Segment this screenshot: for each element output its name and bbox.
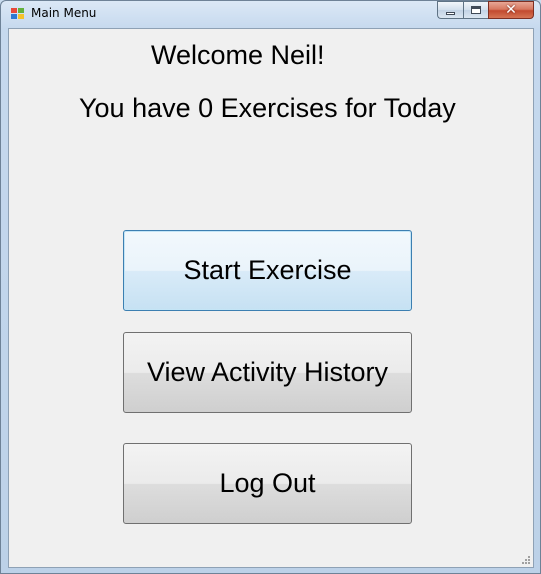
caption-buttons: ✕ bbox=[437, 1, 534, 20]
exercises-count-label: You have 0 Exercises for Today bbox=[79, 93, 456, 123]
maximize-button[interactable] bbox=[463, 1, 488, 19]
minimize-button[interactable] bbox=[437, 1, 463, 19]
form-client-area: Welcome Neil! You have 0 Exercises for T… bbox=[8, 28, 534, 568]
log-out-button[interactable]: Log Out bbox=[123, 443, 412, 524]
main-menu-window: Main Menu ✕ Welcome Neil! You have 0 Exe… bbox=[0, 0, 541, 574]
close-button[interactable]: ✕ bbox=[488, 1, 534, 19]
welcome-label: Welcome Neil! bbox=[151, 40, 325, 70]
start-exercise-button[interactable]: Start Exercise bbox=[123, 230, 412, 311]
view-activity-history-button[interactable]: View Activity History bbox=[123, 332, 412, 413]
resize-grip-icon[interactable] bbox=[520, 554, 530, 564]
close-icon: ✕ bbox=[505, 2, 517, 18]
title-bar[interactable]: Main Menu ✕ bbox=[1, 1, 540, 27]
minimize-icon bbox=[446, 12, 455, 15]
maximize-icon bbox=[471, 6, 481, 14]
windows-form-icon bbox=[11, 8, 24, 19]
window-title: Main Menu bbox=[31, 6, 97, 20]
